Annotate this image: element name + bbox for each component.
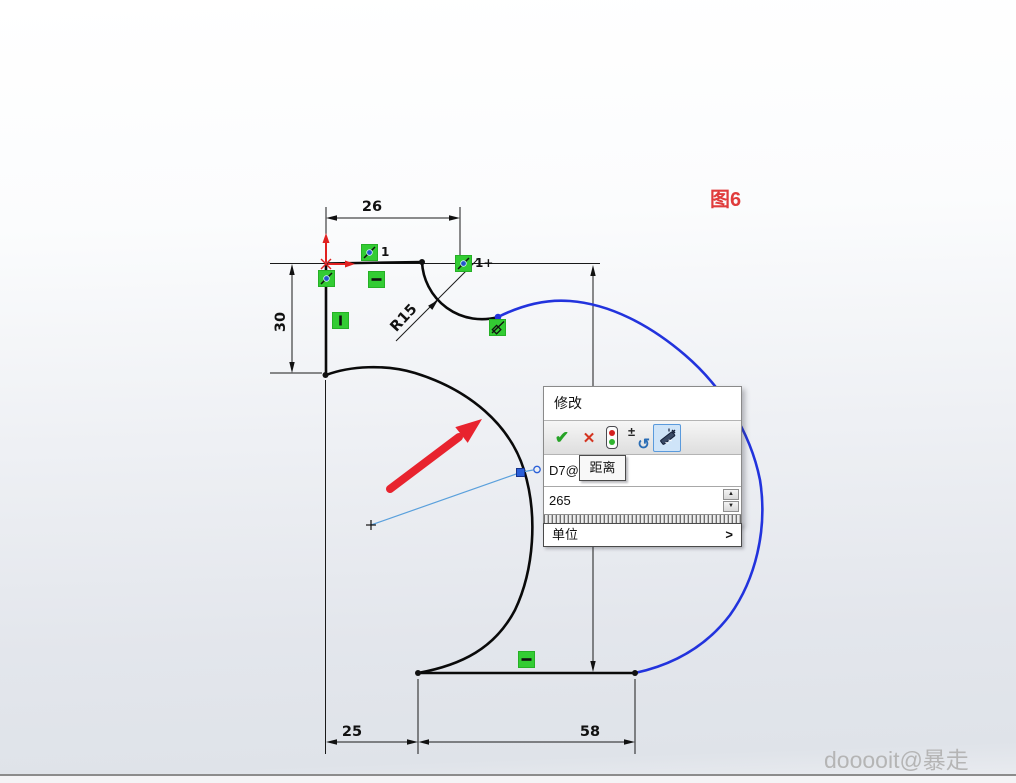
- dimension-wand-icon: [660, 428, 676, 445]
- bottom-strip: [0, 776, 1016, 783]
- accept-button[interactable]: ✔: [550, 421, 574, 454]
- dimension-name-value: D7@: [549, 463, 579, 478]
- dimension-value-field[interactable]: 265 ▲ ▼: [544, 487, 741, 514]
- dimension-top-width[interactable]: 26: [326, 199, 460, 221]
- units-label: 单位: [552, 527, 579, 542]
- relation-number-label: 1: [381, 245, 390, 259]
- solidworks-sketch-viewport: 26 30 25 58 R15 1 1+ 修改 ✔ ✕ ± ↺ D7@ 265 …: [0, 0, 1016, 783]
- dimension-25-text[interactable]: 25: [342, 724, 362, 740]
- relation-coincident-icon[interactable]: [318, 270, 335, 287]
- x-icon: ✕: [582, 429, 596, 447]
- plus-minus-undo-icon: ± ↺: [628, 423, 650, 453]
- spinner-up-icon[interactable]: ▲: [723, 489, 739, 500]
- relation-coincident-icon[interactable]: [361, 244, 378, 261]
- origin-marker[interactable]: [320, 233, 355, 270]
- modify-dialog-toolbar: ✔ ✕ ± ↺: [544, 420, 741, 455]
- rebuild-button[interactable]: [604, 421, 620, 454]
- expander-arrow-icon[interactable]: >: [725, 524, 733, 546]
- relation-horizontal-icon[interactable]: [368, 271, 385, 288]
- dimension-leader-handle[interactable]: [366, 465, 541, 530]
- figure-number-label: 图6: [710, 189, 742, 211]
- units-section-bar[interactable]: 单位 >: [543, 523, 742, 547]
- modify-dialog-title[interactable]: 修改: [544, 387, 741, 420]
- relation-tangent-icon[interactable]: [489, 319, 506, 336]
- dimension-bottom-right[interactable]: 58: [418, 724, 636, 745]
- relation-vertical-icon[interactable]: [332, 312, 349, 329]
- dimension-58-text[interactable]: 58: [580, 724, 600, 740]
- distance-tooltip: 距离: [579, 455, 626, 481]
- watermark-text: dooooit@暴走: [824, 747, 969, 773]
- spin-increment-button[interactable]: [653, 424, 681, 452]
- check-icon: ✔: [554, 427, 570, 447]
- dimension-bottom-left[interactable]: 25: [326, 724, 418, 745]
- attachment-circle: [533, 465, 541, 474]
- sketch-large-arc-left[interactable]: [324, 365, 534, 675]
- dimension-r15-text[interactable]: R15: [388, 301, 421, 335]
- value-spinner: ▲ ▼: [723, 489, 739, 512]
- sketch-canvas[interactable]: 26 30 25 58 R15: [0, 0, 1016, 783]
- dimension-value: 265: [549, 493, 571, 508]
- dimension-name-field[interactable]: D7@: [544, 455, 741, 487]
- annotation-arrow-red: [386, 419, 482, 493]
- spinner-down-icon[interactable]: ▼: [723, 501, 739, 512]
- dimension-30-text[interactable]: 30: [273, 312, 289, 332]
- drag-handle-square[interactable]: [516, 468, 525, 477]
- cancel-button[interactable]: ✕: [577, 421, 601, 454]
- relation-number-label: 1+: [475, 256, 494, 270]
- restore-value-button[interactable]: ± ↺: [626, 421, 650, 454]
- relation-horizontal-icon[interactable]: [518, 651, 535, 668]
- traffic-light-icon: [606, 426, 618, 449]
- modify-dialog: 修改 ✔ ✕ ± ↺ D7@ 265 ▲ ▼: [543, 386, 742, 525]
- relation-coincident-icon[interactable]: [455, 255, 472, 272]
- dimension-left-height[interactable]: 30: [273, 264, 295, 373]
- dimension-26-text[interactable]: 26: [362, 199, 382, 215]
